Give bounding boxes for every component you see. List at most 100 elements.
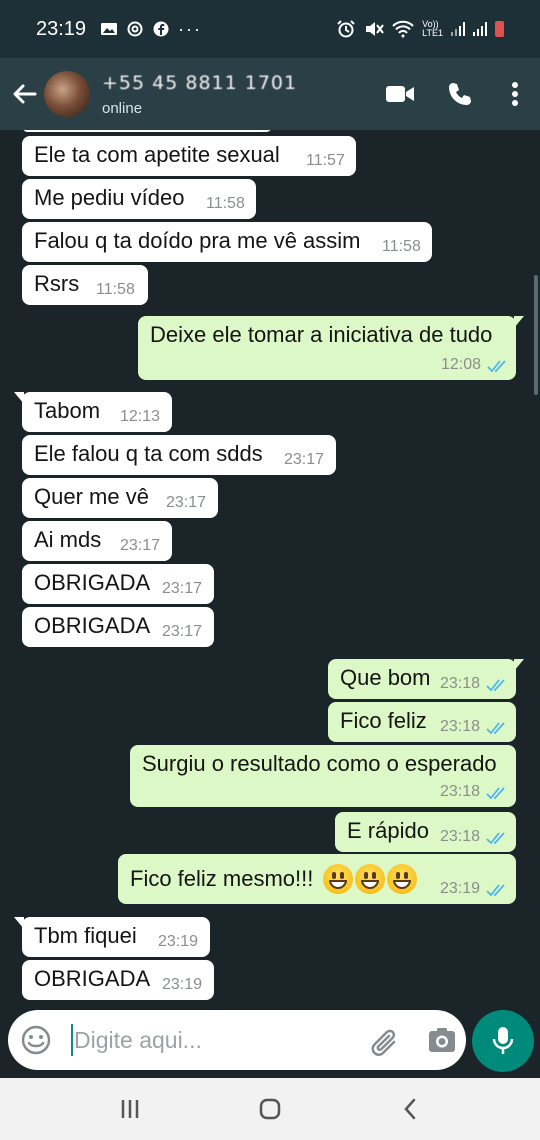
message-composer <box>8 1010 466 1070</box>
message-bubble-in[interactable]: Ele ta com apetite sexual 11:57 <box>22 136 356 176</box>
attach-button[interactable] <box>368 1024 404 1058</box>
message-list[interactable]: Ele ta com apetite sexual 11:57 Me pediu… <box>0 130 540 1010</box>
message-bubble-in[interactable]: OBRIGADA 23:17 <box>22 564 214 604</box>
message-text: Tabom <box>34 398 101 423</box>
message-time: 23:17 <box>166 494 207 511</box>
message-time: 23:19 <box>158 933 199 950</box>
system-back-button[interactable] <box>385 1084 435 1134</box>
message-text: OBRIGADA <box>34 966 151 991</box>
mute-icon <box>366 22 384 36</box>
signal-icon <box>451 22 465 36</box>
status-bar: 23:19 ··· Vo)) LTE1 <box>0 0 540 58</box>
recent-apps-icon <box>121 1100 139 1118</box>
emoji-button[interactable] <box>18 1022 54 1058</box>
message-time: 23:17 <box>120 537 161 554</box>
bubble-tail <box>14 917 24 929</box>
message-time: 12:13 <box>120 408 161 425</box>
read-ticks-icon <box>486 679 505 692</box>
camera-button[interactable] <box>424 1024 460 1058</box>
message-time: 12:08 <box>441 356 482 373</box>
gallery-icon <box>101 23 118 35</box>
recent-apps-button[interactable] <box>105 1084 155 1134</box>
message-time: 23:18 <box>440 675 481 692</box>
wifi-icon <box>392 20 414 38</box>
message-bubble-in[interactable]: Ai mds 23:17 <box>22 521 172 561</box>
video-call-icon <box>386 86 414 102</box>
message-time: 23:18 <box>440 718 481 735</box>
home-button[interactable] <box>245 1084 295 1134</box>
read-ticks-icon <box>486 722 505 735</box>
message-time: 23:17 <box>284 451 325 468</box>
more-options-button[interactable] <box>490 69 540 119</box>
message-bubble-out[interactable]: Que bom 23:18 <box>328 659 524 699</box>
message-bubble-out[interactable]: Deixe ele tomar a iniciativa de tudo 12:… <box>138 316 524 380</box>
contact-status: online <box>102 99 143 117</box>
grinning-face-emoji <box>387 864 418 894</box>
message-bubble-in[interactable]: Me pediu vídeo 11:58 <box>22 179 256 219</box>
message-text: Fico feliz <box>340 708 427 733</box>
message-bubble-in[interactable]: OBRIGADA 23:17 <box>22 607 214 647</box>
read-ticks-icon <box>487 360 506 373</box>
message-text-content: Fico feliz mesmo!!! <box>130 866 314 891</box>
message-text: Que bom <box>340 665 431 690</box>
network-label: Vo)) LTE1 <box>422 20 443 38</box>
emoji-icon <box>21 1025 51 1055</box>
voice-call-button[interactable] <box>430 69 490 119</box>
text-caret <box>71 1024 73 1056</box>
grinning-face-emoji <box>355 864 386 894</box>
message-time: 23:17 <box>162 623 203 640</box>
scrollbar[interactable] <box>534 275 538 395</box>
message-text: Tbm fiquei <box>34 923 137 948</box>
message-text: Rsrs <box>34 271 80 296</box>
message-bubble-in[interactable]: Tbm fiquei 23:19 <box>14 917 210 957</box>
message-bubble-in[interactable]: Quer me vê 23:17 <box>22 478 218 518</box>
message-text: OBRIGADA <box>34 570 151 595</box>
at-icon <box>127 21 143 37</box>
message-text: Ai mds <box>34 527 102 552</box>
read-ticks-icon <box>486 832 505 845</box>
message-bubble-in[interactable]: Ele falou q ta com sdds 23:17 <box>22 435 336 475</box>
signal-icon <box>473 22 487 36</box>
video-call-button[interactable] <box>370 69 430 119</box>
message-time: 11:57 <box>306 152 345 169</box>
message-bubble-out[interactable]: Fico feliz mesmo!!! 23:19 <box>118 854 516 904</box>
message-text: Fico feliz mesmo!!! <box>130 864 418 894</box>
message-bubble-out[interactable]: Fico feliz 23:18 <box>328 702 516 742</box>
status-time: 23:19 <box>36 17 87 40</box>
message-time: 11:58 <box>206 195 245 212</box>
alarm-icon <box>337 20 355 38</box>
message-text: Falou q ta doído pra me vê assim <box>34 228 361 253</box>
more-dots-icon: ··· <box>178 18 203 39</box>
message-text: OBRIGADA <box>34 613 151 638</box>
message-bubble-partial[interactable] <box>22 130 272 132</box>
message-time: 23:18 <box>440 828 481 845</box>
home-icon <box>259 1098 281 1120</box>
message-bubble-out[interactable]: Surgiu o resultado como o esperado 23:18 <box>130 745 516 807</box>
camera-icon <box>429 1028 455 1052</box>
message-input[interactable] <box>74 1010 354 1070</box>
chat-header: +55 45 8811 1701 online <box>0 58 540 130</box>
lte-label: LTE1 <box>422 28 443 38</box>
message-bubble-in[interactable]: Tabom 12:13 <box>14 392 172 432</box>
message-bubble-in[interactable]: OBRIGADA 23:19 <box>22 960 214 1000</box>
message-bubble-in[interactable]: Falou q ta doído pra me vê assim 11:58 <box>22 222 432 262</box>
message-text: Me pediu vídeo <box>34 185 185 210</box>
message-time: 11:58 <box>382 238 421 255</box>
voice-message-button[interactable] <box>472 1010 534 1072</box>
message-bubble-in[interactable]: Rsrs 11:58 <box>22 265 148 305</box>
battery-icon <box>495 21 504 37</box>
read-ticks-icon <box>486 884 505 897</box>
read-ticks-icon <box>486 787 505 800</box>
avatar[interactable] <box>44 71 90 117</box>
contact-info[interactable]: +55 45 8811 1701 online <box>102 72 297 117</box>
message-bubble-out[interactable]: E rápido 23:18 <box>335 812 516 852</box>
bubble-tail <box>514 659 524 671</box>
bubble-tail <box>514 316 524 328</box>
message-text: Ele ta com apetite sexual <box>34 142 280 167</box>
message-time: 11:58 <box>96 281 135 298</box>
back-button[interactable] <box>8 78 40 110</box>
more-vert-icon <box>512 82 518 106</box>
message-time: 23:17 <box>162 580 203 597</box>
message-text: Quer me vê <box>34 484 149 509</box>
facebook-icon <box>153 21 169 37</box>
